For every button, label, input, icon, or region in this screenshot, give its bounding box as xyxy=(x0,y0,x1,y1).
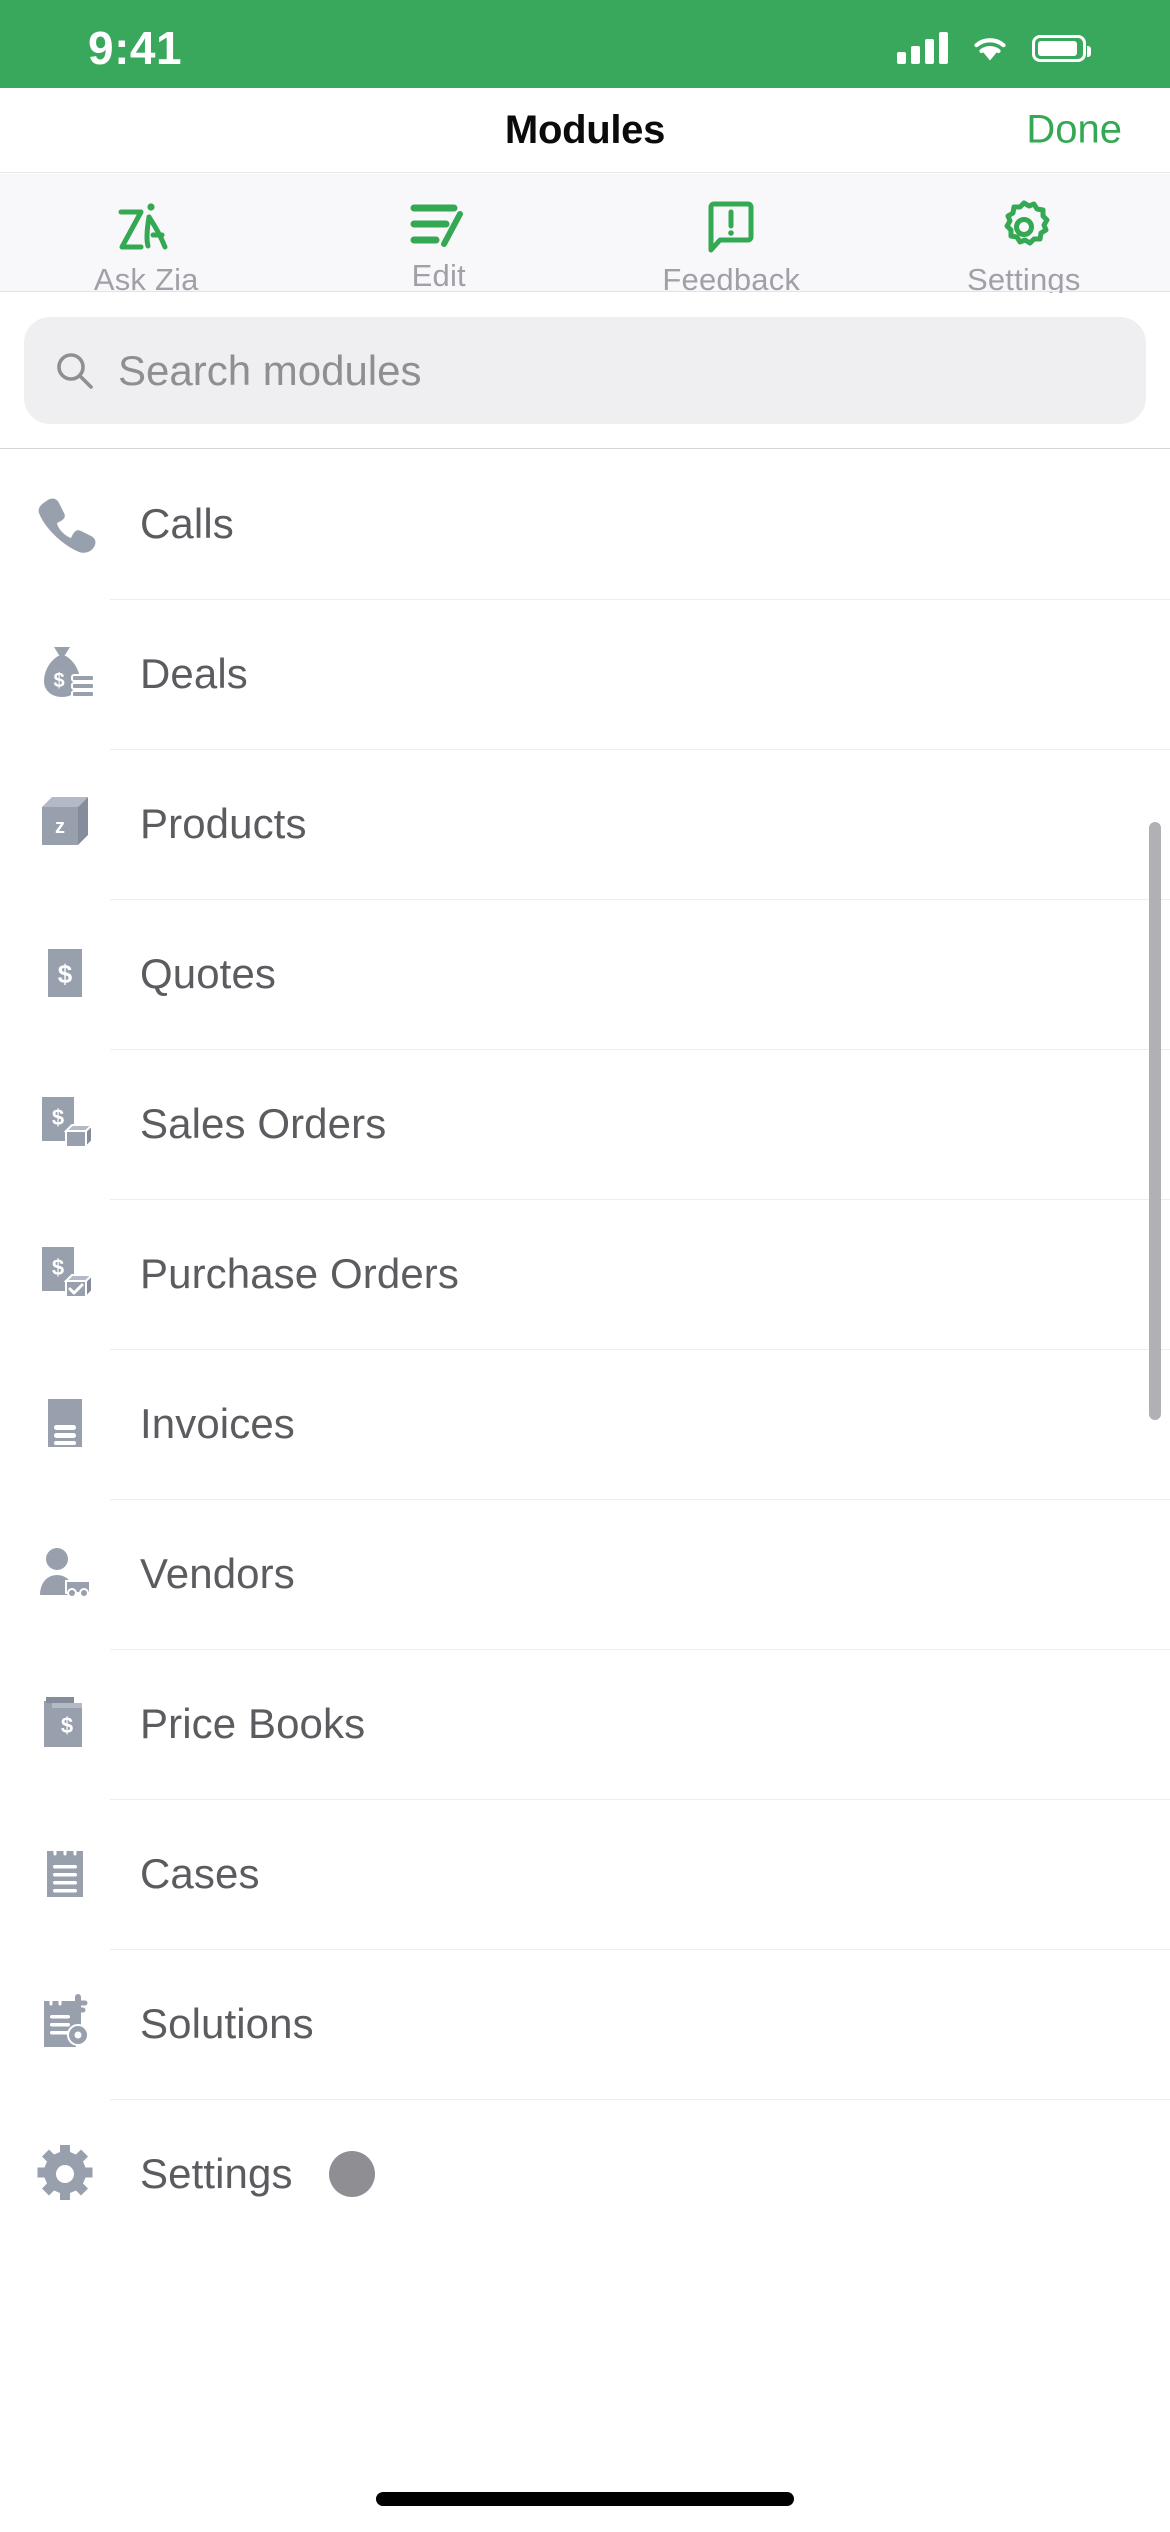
search-icon xyxy=(57,352,93,389)
dollar-document-box-icon: $ xyxy=(28,1087,102,1161)
list-item-label: Settings xyxy=(140,2150,293,2197)
phone-screen: 9:41 Modules Done Ask Zia Edit Feedback … xyxy=(0,0,1170,2532)
product-box-icon: z xyxy=(28,787,102,861)
list-item-price-books[interactable]: $ Price Books xyxy=(0,1649,1170,1799)
list-item-invoices[interactable]: Invoices xyxy=(0,1349,1170,1499)
svg-text:$: $ xyxy=(53,670,64,692)
navigation-bar: Modules Done xyxy=(0,88,1170,173)
dollar-document-checked-box-icon: $ xyxy=(28,1237,102,1311)
list-item-label: Calls xyxy=(140,500,234,547)
edit-list-icon xyxy=(408,198,470,252)
search-bar-container: Search modules xyxy=(0,293,1170,448)
list-item-label: Quotes xyxy=(140,950,277,997)
signal-bars-icon xyxy=(897,32,948,64)
feedback-bubble-icon xyxy=(702,198,760,256)
list-item-label: Products xyxy=(140,800,307,847)
notepad-icon xyxy=(28,1837,102,1911)
list-item-deals[interactable]: $ Deals xyxy=(0,599,1170,749)
toolbar-item-edit[interactable]: Edit xyxy=(293,174,586,293)
list-item-label: Sales Orders xyxy=(140,1100,387,1147)
status-bar-time: 9:41 xyxy=(88,22,183,74)
list-item-label: Vendors xyxy=(140,1550,295,1597)
battery-icon xyxy=(1032,34,1091,62)
page-title: Modules xyxy=(504,107,666,152)
status-bar-indicators xyxy=(897,32,1091,64)
svg-text:$: $ xyxy=(61,1713,73,1738)
search-placeholder: Search modules xyxy=(118,346,422,394)
list-item-quotes[interactable]: $ Quotes xyxy=(0,899,1170,1049)
vertical-scrollbar[interactable] xyxy=(1149,822,1161,1420)
list-item-label: Cases xyxy=(140,1850,260,1897)
zia-icon xyxy=(113,198,179,256)
list-item-label: Price Books xyxy=(140,1700,366,1747)
svg-text:$: $ xyxy=(58,959,73,989)
home-indicator[interactable] xyxy=(376,2492,794,2506)
notepad-key-icon xyxy=(28,1987,102,2061)
toolbar-item-ask-zia[interactable]: Ask Zia xyxy=(0,174,293,297)
status-bar: 9:41 xyxy=(0,0,1170,88)
list-item-label: Deals xyxy=(140,650,248,697)
list-item-products[interactable]: z Products xyxy=(0,749,1170,899)
list-item-label: Purchase Orders xyxy=(140,1250,459,1297)
done-button[interactable]: Done xyxy=(1026,108,1122,153)
touch-point-indicator xyxy=(328,2151,375,2197)
list-item-sales-orders[interactable]: $ Sales Orders xyxy=(0,1049,1170,1199)
modules-list: Calls $ Deals z Products $ Quotes $ Sale… xyxy=(0,448,1170,2428)
action-toolbar: Ask Zia Edit Feedback Settings xyxy=(0,174,1170,297)
svg-text:$: $ xyxy=(52,1255,64,1280)
svg-text:z: z xyxy=(55,816,65,838)
list-item-cases[interactable]: Cases xyxy=(0,1799,1170,1949)
toolbar-item-settings[interactable]: Settings xyxy=(878,174,1170,297)
price-book-icon: $ xyxy=(28,1687,102,1761)
toolbar-label-edit: Edit xyxy=(411,258,466,293)
list-item-vendors[interactable]: Vendors xyxy=(0,1499,1170,1649)
dollar-document-icon: $ xyxy=(28,937,102,1011)
invoice-document-icon xyxy=(28,1387,102,1461)
phone-icon xyxy=(28,487,102,561)
list-item-purchase-orders[interactable]: $ Purchase Orders xyxy=(0,1199,1170,1349)
svg-text:$: $ xyxy=(52,1105,64,1130)
gear-solid-icon xyxy=(28,2137,102,2211)
search-input[interactable]: Search modules xyxy=(24,317,1146,424)
toolbar-item-feedback[interactable]: Feedback xyxy=(585,174,878,297)
list-item-settings[interactable]: Settings xyxy=(0,2099,1170,2249)
list-item-solutions[interactable]: Solutions xyxy=(0,1949,1170,2099)
list-item-label: Invoices xyxy=(140,1400,295,1447)
list-item-label: Solutions xyxy=(140,2000,314,2047)
list-item-calls[interactable]: Calls xyxy=(0,449,1170,599)
gear-icon xyxy=(995,198,1053,256)
person-truck-icon xyxy=(28,1537,102,1611)
money-bag-icon: $ xyxy=(28,637,102,711)
wifi-icon xyxy=(974,38,1006,61)
